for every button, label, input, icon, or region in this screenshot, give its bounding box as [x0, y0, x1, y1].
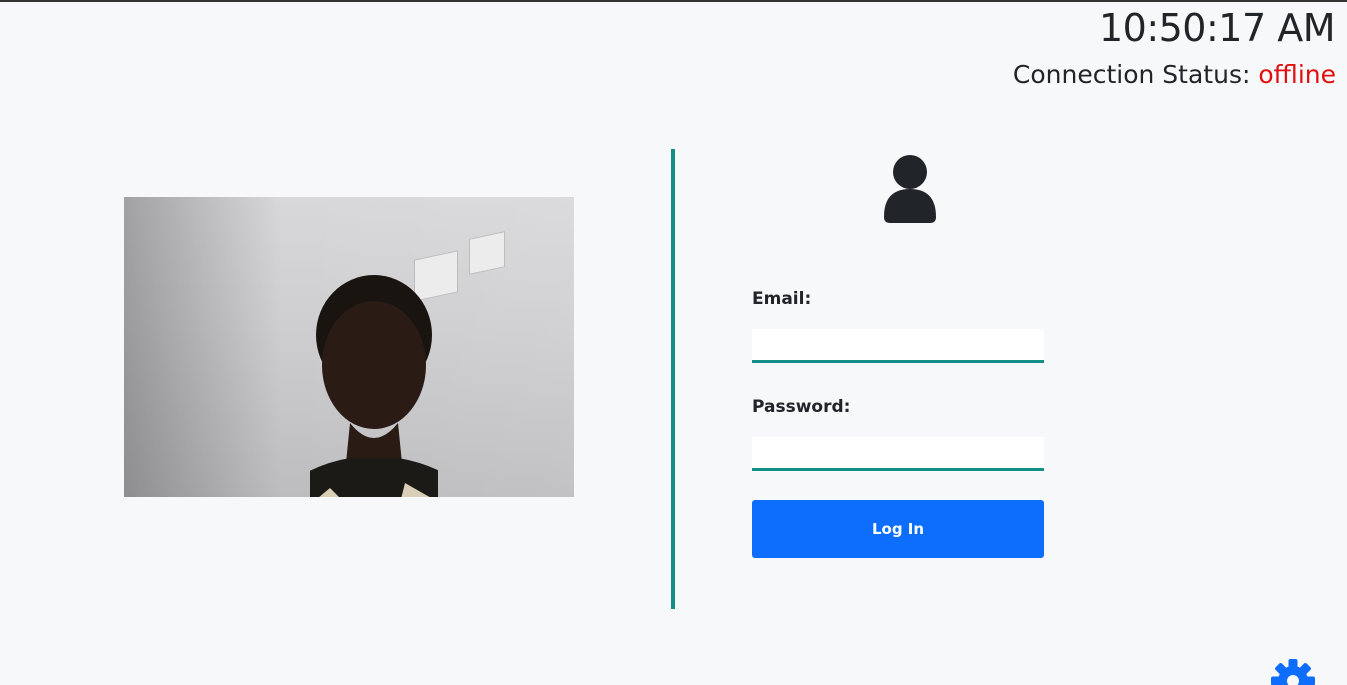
person-silhouette	[310, 275, 438, 497]
webcam-feed	[124, 197, 574, 497]
password-field[interactable]	[752, 437, 1044, 471]
clock: 10:50:17 AM	[1098, 6, 1336, 50]
email-label: Email:	[752, 289, 812, 309]
wall-socket	[469, 231, 505, 275]
user-icon	[884, 153, 936, 223]
email-field[interactable]	[752, 329, 1044, 363]
login-button[interactable]: Log In	[752, 500, 1044, 558]
login-page: 10:50:17 AM Connection Status: offline E…	[0, 0, 1347, 685]
connection-status-label: Connection Status:	[1012, 60, 1251, 89]
section-divider	[671, 149, 675, 609]
login-form: Email: Password: Log In	[752, 289, 1044, 558]
gear-icon[interactable]	[1270, 658, 1316, 685]
connection-status: Connection Status: offline	[1013, 60, 1336, 89]
password-label: Password:	[752, 397, 851, 417]
connection-status-value: offline	[1258, 60, 1336, 89]
